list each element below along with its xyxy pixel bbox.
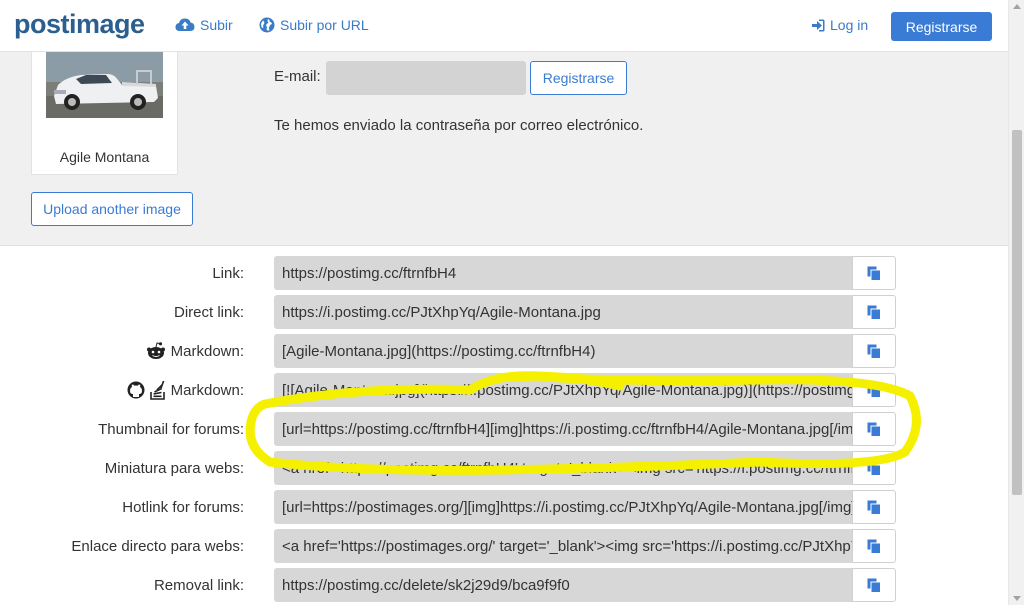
direct-link-row: Direct link: https://i.postimg.cc/PJtXhp… [0, 295, 1008, 329]
hotlink-forums-row: Hotlink for forums: [url=https://postima… [0, 490, 1008, 524]
thumbnail-web-field[interactable]: <a href='https://postimg.cc/ftrnfbH4' ta… [274, 451, 852, 485]
vertical-scrollbar[interactable] [1008, 0, 1024, 605]
copy-icon [867, 422, 881, 437]
row-label: Removal link: [153, 576, 244, 594]
row-label: Markdown: [127, 373, 244, 407]
link-field[interactable]: https://postimg.cc/ftrnfbH4 [274, 256, 852, 290]
reddit-icon [146, 342, 165, 359]
row-label: Markdown: [146, 334, 244, 368]
copy-button[interactable] [852, 490, 896, 524]
password-sent-message: Te hemos enviado la contraseña por corre… [274, 117, 644, 134]
copy-button[interactable] [852, 334, 896, 368]
pickup-truck-photo [46, 52, 163, 118]
register-header-button[interactable]: Registrarse [891, 12, 992, 41]
copy-button[interactable] [852, 529, 896, 563]
upload-link-label: Subir [200, 17, 233, 33]
copy-icon [867, 578, 881, 593]
markdown-github-field[interactable]: [![Agile-Montana.jpg](https://i.postimg.… [274, 373, 852, 407]
image-caption: Agile Montana [59, 149, 150, 165]
direct-link-field[interactable]: https://i.postimg.cc/PJtXhpYq/Agile-Mont… [274, 295, 852, 329]
copy-icon [867, 539, 881, 554]
row-label: Hotlink for forums: [122, 498, 244, 516]
copy-icon [867, 305, 881, 320]
copy-button[interactable] [852, 295, 896, 329]
row-label: Enlace directo para webs: [71, 537, 244, 555]
markdown-reddit-row: Markdown: [Agile-Montana.jpg](https://po… [0, 334, 1008, 368]
upload-by-url-label: Subir por URL [280, 17, 369, 33]
upload-result-panel: Agile Montana Upload another image E-mai… [0, 52, 1008, 246]
copy-button[interactable] [852, 412, 896, 446]
row-label: Miniatura para webs: [104, 459, 244, 477]
thumbnail-forums-field[interactable]: [url=https://postimg.cc/ftrnfbH4][img]ht… [274, 412, 852, 446]
upload-by-url-link[interactable]: Subir por URL [259, 17, 369, 33]
top-navbar: postimage Subir Subir por URL Log in Reg… [0, 0, 1008, 52]
register-email-button[interactable]: Registrarse [530, 61, 627, 95]
cloud-upload-icon [175, 18, 195, 31]
markdown-github-row: Markdown: [![Agile-Montana.jpg](https://… [0, 373, 1008, 407]
postimage-logo[interactable]: postimage [14, 9, 145, 40]
row-label: Thumbnail for forums: [98, 420, 244, 438]
copy-icon [867, 461, 881, 476]
globe-icon [259, 17, 275, 33]
copy-button[interactable] [852, 373, 896, 407]
login-link-label: Log in [830, 17, 869, 33]
email-label: E-mail: [274, 68, 321, 85]
removal-link-field[interactable]: https://postimg.cc/delete/sk2j29d9/bca9f… [274, 568, 852, 602]
github-icon [127, 381, 145, 399]
row-label: Direct link: [173, 303, 244, 321]
copy-button[interactable] [852, 256, 896, 290]
copy-icon [867, 266, 881, 281]
email-input[interactable] [326, 61, 526, 95]
row-label: Link: [212, 264, 244, 282]
thumbnail-forums-row: Thumbnail for forums: [url=https://posti… [0, 412, 1008, 446]
stackoverflow-icon [149, 380, 165, 400]
thumbnail-web-row: Miniatura para webs: <a href='https://po… [0, 451, 1008, 485]
car-thumbnail-image[interactable] [46, 52, 163, 118]
hotlink-forums-field[interactable]: [url=https://postimages.org/][img]https:… [274, 490, 852, 524]
scroll-down-arrow-icon[interactable] [1013, 596, 1021, 601]
markdown-reddit-field[interactable]: [Agile-Montana.jpg](https://postimg.cc/f… [274, 334, 852, 368]
sign-in-icon [812, 19, 825, 31]
scroll-up-arrow-icon[interactable] [1013, 4, 1021, 9]
copy-icon [867, 344, 881, 359]
hotlink-web-row: Enlace directo para webs: <a href='https… [0, 529, 1008, 563]
image-thumbnail-card[interactable]: Agile Montana [31, 52, 178, 175]
copy-icon [867, 500, 881, 515]
scrollbar-thumb[interactable] [1012, 130, 1022, 495]
login-link[interactable]: Log in [812, 17, 868, 33]
upload-link[interactable]: Subir [175, 17, 233, 33]
hotlink-web-field[interactable]: <a href='https://postimages.org/' target… [274, 529, 852, 563]
removal-link-row: Removal link: https://postimg.cc/delete/… [0, 568, 1008, 602]
copy-icon [867, 383, 881, 398]
copy-button[interactable] [852, 568, 896, 602]
upload-another-image-button[interactable]: Upload another image [31, 192, 193, 226]
copy-button[interactable] [852, 451, 896, 485]
link-row: Link: https://postimg.cc/ftrnfbH4 [0, 256, 1008, 290]
